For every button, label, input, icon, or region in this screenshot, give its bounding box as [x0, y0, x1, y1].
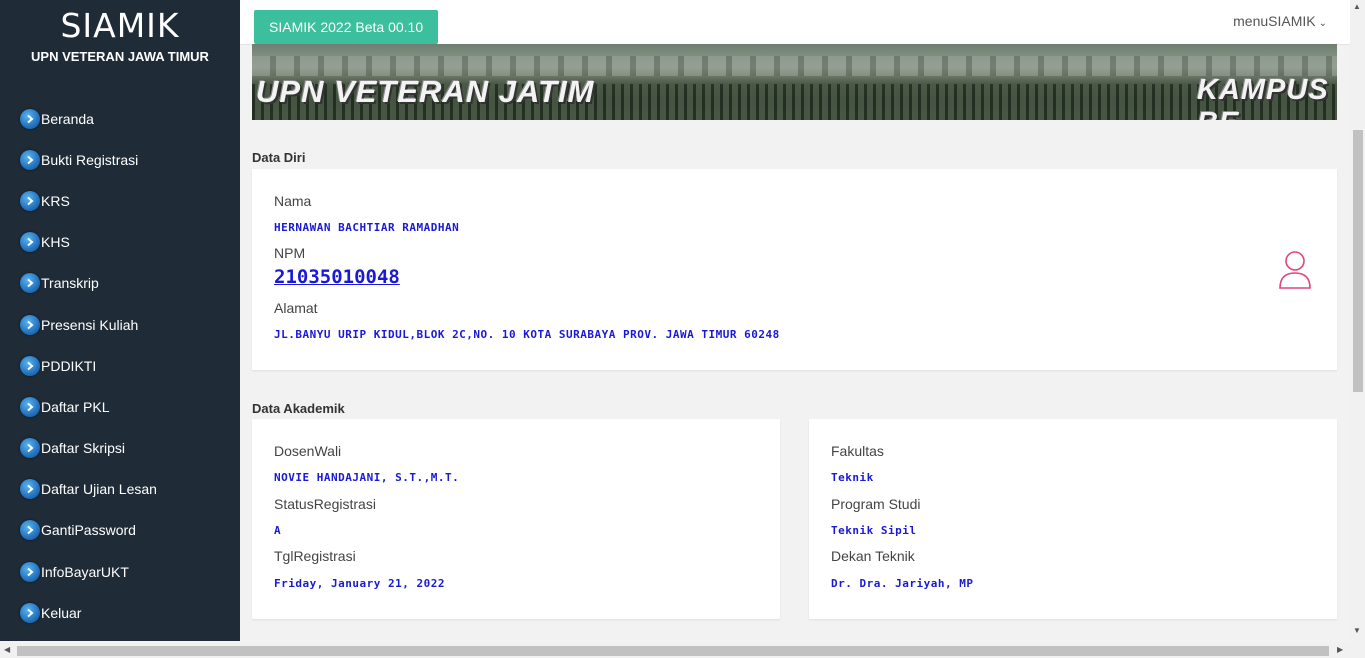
tgl-registrasi-value: Friday, January 21, 2022 [274, 577, 445, 590]
sidebar-item-label: Daftar Ujian Lesan [41, 481, 157, 498]
vertical-scrollbar[interactable]: ▲ ▼ [1350, 0, 1365, 643]
campus-banner: UPN VETERAN JATIM KAMPUS BE [252, 44, 1337, 120]
sidebar-item-ganti-password[interactable]: GantiPassword [0, 510, 240, 551]
tgl-registrasi-label: TglRegistrasi [274, 548, 356, 564]
menu-siamik-label: menuSIAMIK [1233, 13, 1316, 29]
dekan-label: Dekan Teknik [831, 548, 915, 564]
sidebar-item-label: Beranda [41, 110, 94, 127]
scroll-left-icon[interactable]: ◀ [4, 645, 10, 654]
banner-building [252, 56, 1337, 76]
sidebar-item-bukti-registrasi[interactable]: Bukti Registrasi [0, 139, 240, 180]
sidebar-item-keluar[interactable]: Keluar [0, 592, 240, 633]
topbar: SIAMIK 2022 Beta 00.10 menuSIAMIK ⌄ [240, 0, 1365, 45]
sidebar-item-label: Keluar [41, 604, 82, 621]
dekan-value: Dr. Dra. Jariyah, MP [831, 577, 974, 590]
sidebar-item-khs[interactable]: KHS [0, 222, 240, 263]
sidebar-item-label: Presensi Kuliah [41, 316, 139, 333]
program-studi-value: Teknik Sipil [831, 524, 917, 537]
sidebar-item-krs[interactable]: KRS [0, 180, 240, 221]
sidebar-item-presensi-kuliah[interactable]: Presensi Kuliah [0, 304, 240, 345]
banner-right-text: KAMPUS BE [1197, 74, 1329, 120]
version-button[interactable]: SIAMIK 2022 Beta 00.10 [254, 10, 439, 44]
sidebar-item-daftar-ujian-lesan[interactable]: Daftar Ujian Lesan [0, 469, 240, 510]
chevron-right-icon [20, 355, 40, 376]
horizontal-scroll-thumb[interactable] [17, 646, 1329, 656]
dosen-wali-label: DosenWali [274, 443, 342, 459]
chevron-right-icon [20, 232, 40, 253]
npm-value[interactable]: 21035010048 [274, 266, 400, 288]
brand: SIAMIK UPN VETERAN JAWA TIMUR [0, 0, 240, 64]
scroll-up-icon[interactable]: ▲ [1353, 2, 1361, 11]
chevron-right-icon [20, 314, 40, 335]
chevron-down-icon: ⌄ [1318, 18, 1327, 29]
chevron-right-icon [20, 561, 40, 582]
nama-value: HERNAWAN BACHTIAR RAMADHAN [274, 221, 460, 234]
chevron-right-icon [20, 108, 40, 129]
sidebar-menu: Beranda Bukti Registrasi KRS KHS Transkr… [0, 98, 240, 633]
npm-label: NPM [274, 245, 306, 261]
banner-left-text: UPN VETERAN JATIM [256, 74, 595, 109]
sidebar-item-beranda[interactable]: Beranda [0, 98, 240, 139]
akademik-card-left: DosenWali NOVIE HANDAJANI, S.T.,M.T. Sta… [252, 419, 780, 619]
sidebar-item-label: Daftar Skripsi [41, 440, 126, 457]
chevron-right-icon [20, 602, 40, 623]
data-diri-title: Data Diri [252, 150, 306, 165]
app-subtitle: UPN VETERAN JAWA TIMUR [31, 49, 209, 64]
vertical-scroll-thumb[interactable] [1353, 130, 1363, 392]
sidebar-item-label: PDDIKTI [41, 357, 97, 374]
scroll-right-icon[interactable]: ▶ [1337, 645, 1343, 654]
user-avatar-icon [1279, 251, 1311, 289]
sidebar-item-label: InfoBayarUKT [41, 563, 129, 580]
status-registrasi-label: StatusRegistrasi [274, 496, 376, 512]
sidebar-item-info-bayar-ukt[interactable]: InfoBayarUKT [0, 551, 240, 592]
alamat-label: Alamat [274, 300, 318, 316]
nama-label: Nama [274, 193, 312, 209]
data-diri-card: Nama HERNAWAN BACHTIAR RAMADHAN NPM 2103… [252, 169, 1337, 370]
sidebar-item-label: KRS [41, 192, 70, 209]
scroll-down-icon[interactable]: ▼ [1353, 626, 1361, 635]
sidebar-item-transkrip[interactable]: Transkrip [0, 263, 240, 304]
sidebar-item-label: Daftar PKL [41, 398, 110, 415]
program-studi-label: Program Studi [831, 496, 921, 512]
fakultas-label: Fakultas [831, 443, 884, 459]
app-title: SIAMIK [60, 6, 180, 45]
chevron-right-icon [20, 396, 40, 417]
chevron-right-icon [20, 149, 40, 170]
chevron-right-icon [20, 273, 40, 294]
chevron-right-icon [20, 520, 40, 541]
chevron-right-icon [20, 438, 40, 459]
menu-siamik-dropdown[interactable]: menuSIAMIK ⌄ [1233, 13, 1327, 29]
alamat-value: JL.BANYU URIP KIDUL,BLOK 2C,NO. 10 KOTA … [274, 328, 780, 341]
chevron-right-icon [20, 479, 40, 500]
horizontal-scrollbar[interactable]: ◀ ▶ [0, 643, 1365, 658]
chevron-right-icon [20, 190, 40, 211]
status-registrasi-value: A [274, 524, 282, 537]
sidebar-item-label: KHS [41, 234, 70, 251]
sidebar-item-label: GantiPassword [41, 522, 136, 539]
akademik-card-right: Fakultas Teknik Program Studi Teknik Sip… [809, 419, 1337, 619]
sidebar: SIAMIK UPN VETERAN JAWA TIMUR Beranda Bu… [0, 0, 240, 641]
sidebar-item-label: Transkrip [41, 275, 99, 292]
sidebar-item-daftar-pkl[interactable]: Daftar PKL [0, 386, 240, 427]
data-akademik-title: Data Akademik [252, 401, 345, 416]
dosen-wali-value: NOVIE HANDAJANI, S.T.,M.T. [274, 471, 460, 484]
sidebar-item-daftar-skripsi[interactable]: Daftar Skripsi [0, 428, 240, 469]
fakultas-value: Teknik [831, 471, 874, 484]
sidebar-item-label: Bukti Registrasi [41, 151, 139, 168]
sidebar-item-pddikti[interactable]: PDDIKTI [0, 345, 240, 386]
